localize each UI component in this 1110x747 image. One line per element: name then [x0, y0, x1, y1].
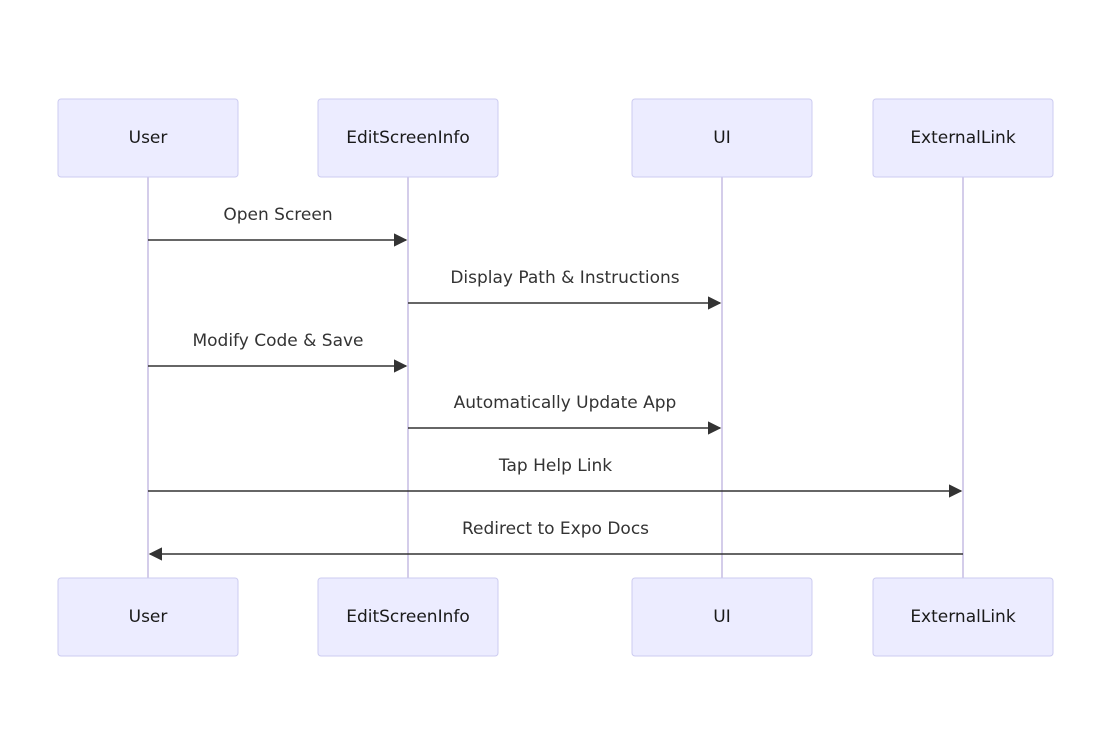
message-label: Tap Help Link — [498, 456, 612, 476]
participant-boxes: User User EditScreenInfo EditScreenInfo UI UI… — [57, 98, 1054, 657]
participant-ext-bottom: ExternalLink — [872, 577, 1054, 657]
message-5: Tap Help Link — [148, 456, 963, 498]
participant-label: User — [129, 128, 168, 148]
message-6: Redirect to Expo Docs — [148, 519, 963, 561]
participant-label: User — [129, 607, 168, 627]
message-2: Display Path & Instructions — [408, 268, 722, 310]
participant-ext-top: ExternalLink — [872, 98, 1054, 178]
participant-ui-bottom: UI — [631, 577, 813, 657]
message-label: Open Screen — [223, 205, 332, 225]
message-4: Automatically Update App — [408, 393, 722, 435]
message-1: Open Screen — [148, 205, 408, 247]
participant-label: EditScreenInfo — [346, 607, 470, 627]
participant-edit-top: EditScreenInfo — [317, 98, 499, 178]
message-label: Automatically Update App — [454, 393, 677, 413]
message-label: Display Path & Instructions — [450, 268, 679, 288]
participant-label: UI — [713, 607, 730, 627]
participant-user-top: User — [57, 98, 239, 178]
sequence-diagram: User User EditScreenInfo EditScreenInfo UI UI… — [0, 0, 1110, 742]
message-3: Modify Code & Save — [148, 331, 408, 373]
message-label: Redirect to Expo Docs — [462, 519, 649, 539]
participant-label: ExternalLink — [910, 128, 1016, 148]
participant-edit-bottom: EditScreenInfo — [317, 577, 499, 657]
participant-label: EditScreenInfo — [346, 128, 470, 148]
lifelines — [147, 177, 964, 578]
participant-label: UI — [713, 128, 730, 148]
participant-label: ExternalLink — [910, 607, 1016, 627]
messages: Open Screen Display Path & Instructions Mo… — [148, 205, 963, 561]
message-label: Modify Code & Save — [192, 331, 363, 351]
sequence-diagram-svg: User User EditScreenInfo EditScreenInfo UI UI… — [57, 98, 1054, 657]
participant-ui-top: UI — [631, 98, 813, 178]
participant-user-bottom: User — [57, 577, 239, 657]
